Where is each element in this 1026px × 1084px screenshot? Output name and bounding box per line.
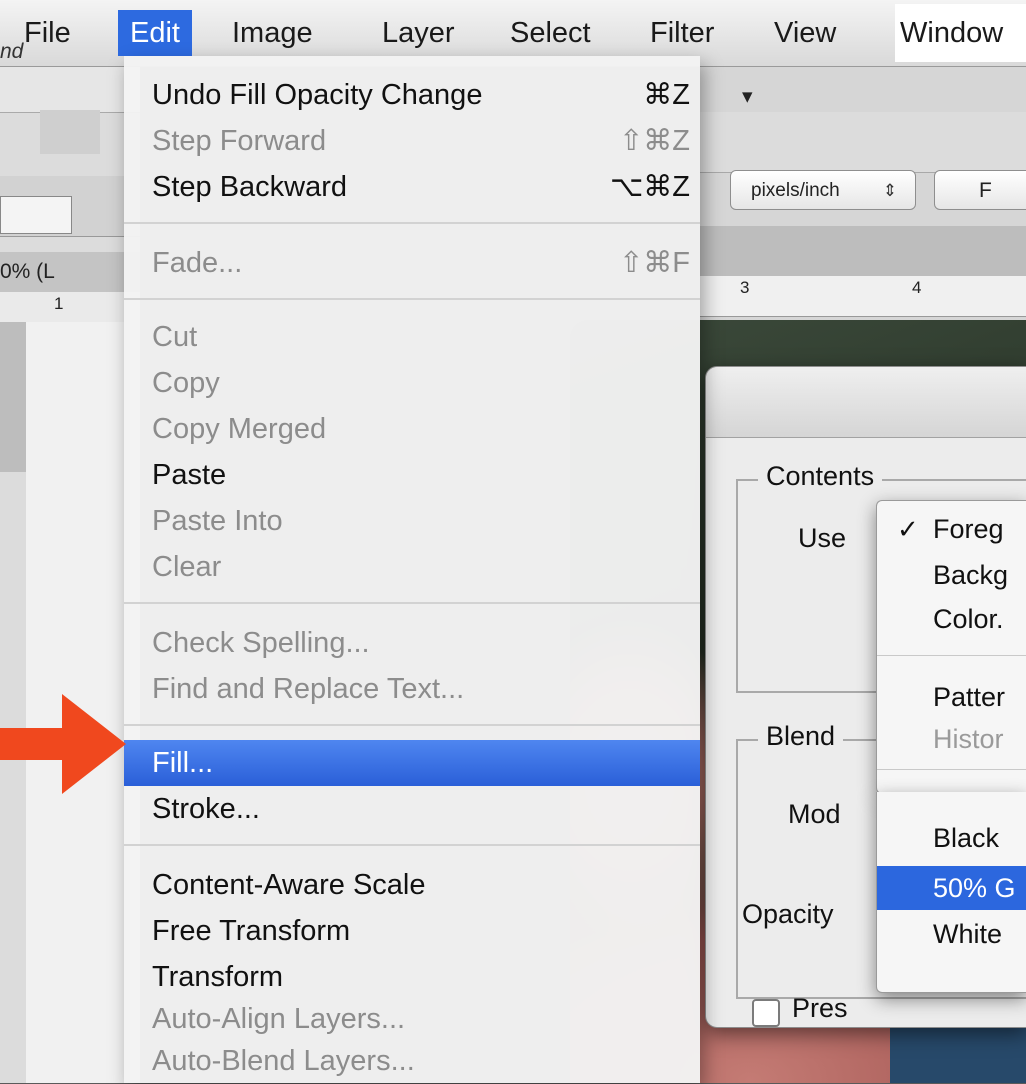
menu-edit[interactable]: Edit (118, 10, 192, 56)
app-left-panel: 0% (L 1 (0, 66, 140, 1083)
menu-item-free-transform[interactable]: Free Transform (124, 908, 700, 954)
menu-item-step-backward[interactable]: Step Backward ⌥⌘Z (124, 164, 700, 210)
use-popup-menu: ✓ Foreg Backg Color. Patter Histor (876, 500, 1026, 794)
use-option-pattern[interactable]: Patter (877, 679, 1026, 715)
menu-item-paste-into: Paste Into (152, 505, 283, 537)
menu-item-clear: Clear (152, 551, 222, 583)
contents-label: Contents (758, 461, 883, 492)
shortcut: ⌥⌘Z (609, 171, 690, 203)
menu-filter[interactable]: Filter (638, 10, 726, 56)
menu-item-auto-align-layers: Auto-Align Layers... (152, 1003, 406, 1035)
shortcut: ⇧⌘Z (618, 125, 690, 157)
menu-separator (877, 655, 1026, 656)
red-arrow-icon (0, 694, 126, 794)
horizontal-ruler: 3 4 (700, 276, 1026, 317)
menu-item-transform[interactable]: Transform (124, 954, 700, 1000)
units-value: pixels/inch (751, 180, 840, 201)
preserve-transparency-checkbox[interactable] (752, 999, 780, 1027)
menu-separator (124, 602, 700, 604)
menu-item-content-aware-scale[interactable]: Content-Aware Scale (124, 862, 700, 908)
menu-item-copy-merged: Copy Merged (152, 413, 327, 445)
menu-separator (124, 222, 700, 224)
menu-item-check-spelling: Check Spelling... (152, 627, 370, 659)
ruler-label: 3 (740, 278, 750, 297)
zoom-tab[interactable]: 0% (L (0, 252, 140, 292)
dialog-titlebar (706, 367, 1026, 438)
menu-separator (124, 844, 700, 846)
menu-window[interactable]: Window (888, 10, 1015, 56)
menu-item-fill[interactable]: Fill... (124, 740, 700, 786)
tool-preset-icon[interactable] (40, 110, 100, 154)
menu-item-undo[interactable]: Undo Fill Opacity Change ⌘Z (124, 72, 700, 118)
document-tab-strip (0, 66, 140, 113)
menu-layer[interactable]: Layer (370, 10, 467, 56)
toolbar-strip (700, 112, 1026, 173)
shortcut: ⌘Z (643, 79, 690, 111)
blending-label: Blend (758, 721, 844, 752)
checkmark-icon: ✓ (897, 514, 919, 544)
opacity-label: Opacity (742, 899, 834, 929)
select-arrows-icon: ⇕ (882, 181, 897, 200)
menu-item-stroke[interactable]: Stroke... (124, 786, 700, 832)
menu-item-copy: Copy (152, 367, 220, 399)
use-option-background[interactable]: Backg (877, 557, 1026, 593)
ruler-label: 4 (912, 278, 922, 297)
tab-strip (700, 226, 1026, 276)
use-option-history: Histor (933, 724, 1004, 754)
menu-separator (124, 724, 700, 726)
menu-item-paste[interactable]: Paste (124, 452, 700, 498)
mode-label: Mod (788, 799, 841, 829)
menu-select[interactable]: Select (498, 10, 603, 56)
vertical-ruler (0, 322, 26, 472)
menu-item-find-replace: Find and Replace Text... (152, 673, 465, 705)
resolution-units-select[interactable]: pixels/inch ⇕ (730, 170, 916, 210)
chevron-down-icon[interactable]: ▾ (742, 84, 753, 109)
menu-item-cut: Cut (152, 321, 198, 353)
menu-item-auto-blend-layers: Auto-Blend Layers... (152, 1045, 415, 1077)
ruler-label: 1 (54, 294, 64, 313)
horizontal-ruler-left: 1 (0, 292, 140, 323)
menu-item-fade: Fade... ⇧⌘F (124, 240, 700, 286)
use-option-color[interactable]: Color. (877, 601, 1026, 637)
menu-item-step-forward: Step Forward ⇧⌘Z (124, 118, 700, 164)
menu-image[interactable]: Image (220, 10, 325, 56)
document-tab-fragment[interactable]: nd (0, 40, 23, 64)
preserve-label: Pres (792, 993, 848, 1023)
width-field[interactable] (0, 196, 72, 234)
use-option-foreground[interactable]: ✓ Foreg (877, 511, 1026, 547)
use-label: Use (798, 523, 847, 553)
shortcut: ⇧⌘F (618, 247, 690, 279)
menu-view[interactable]: View (762, 10, 848, 56)
menu-separator (877, 769, 1026, 770)
front-image-button[interactable]: F (934, 170, 1026, 210)
menu-separator (124, 298, 700, 300)
edit-menu: Undo Fill Opacity Change ⌘Z Step Forward… (124, 56, 700, 1083)
